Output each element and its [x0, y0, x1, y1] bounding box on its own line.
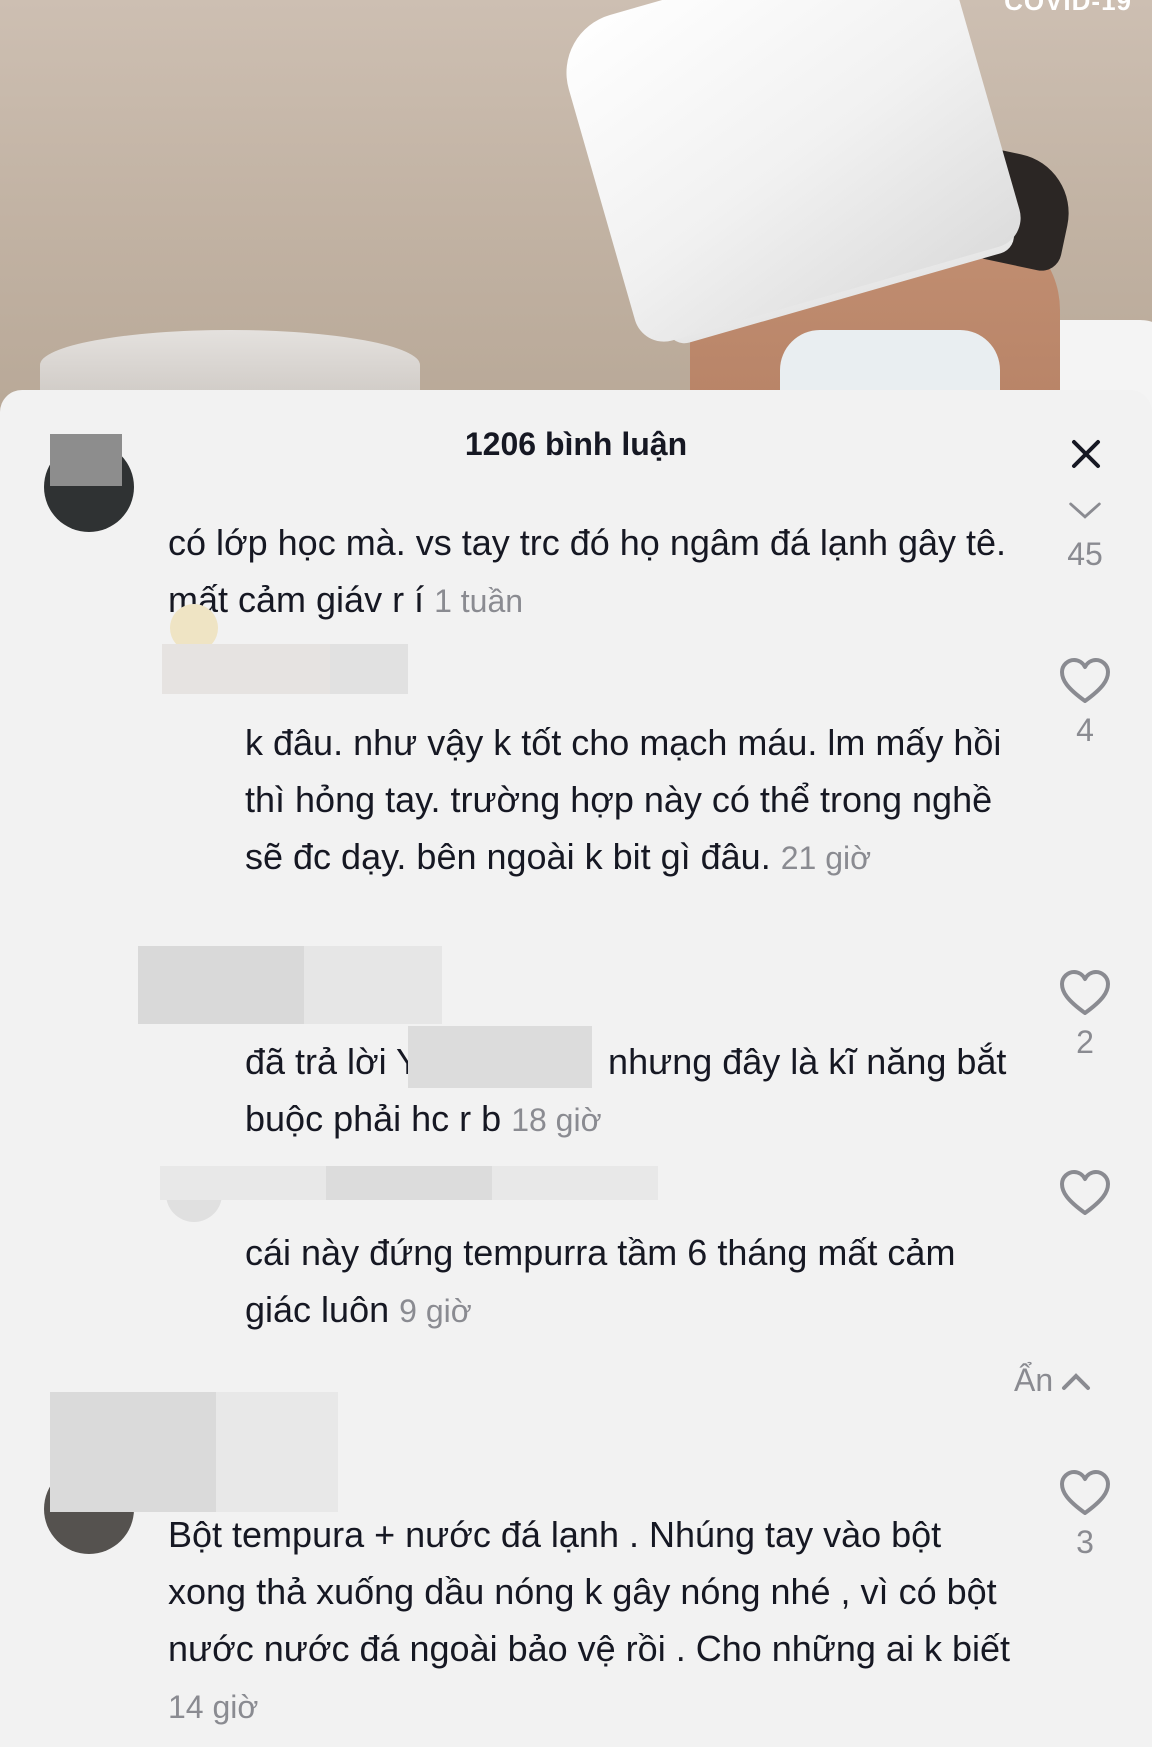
comments-sheet: 1206 bình luận có lớp học mà. vs tay trc…	[0, 390, 1152, 1747]
like-button[interactable]: 45	[1050, 494, 1120, 572]
chevron-up-icon	[1062, 1372, 1091, 1390]
comment-text: đã trả lời Y nhưng đây là kĩ năng bắt bu…	[245, 1026, 1025, 1149]
comments-header: 1206 bình luận	[0, 390, 1152, 468]
hide-replies-label: Ẩn	[1014, 1362, 1054, 1398]
redacted-mention	[408, 1026, 593, 1088]
video-tag: COVID-19	[1004, 0, 1132, 16]
comment-time: 21 giờ	[780, 840, 872, 876]
redacted-username	[50, 1392, 216, 1512]
heart-icon	[1060, 1170, 1110, 1215]
reply-prefix: đã trả lời Y	[245, 1041, 421, 1082]
heart-icon	[1060, 970, 1110, 1015]
comment-text: cái này đứng tempurra tầm 6 tháng mất cả…	[245, 1232, 956, 1330]
comment-time: 14 giờ	[168, 1689, 259, 1725]
like-count: 2	[1076, 1024, 1094, 1060]
redacted-username	[50, 434, 122, 486]
comment-text: có lớp học mà. vs tay trc đó họ ngâm đá …	[168, 522, 1007, 620]
comment-time: 18 giờ	[511, 1102, 602, 1138]
chevron-down-icon	[1069, 502, 1101, 519]
like-button[interactable]: 4	[1050, 654, 1120, 748]
redacted-username	[326, 1166, 492, 1200]
video-background[interactable]: COVID-19	[0, 0, 1152, 420]
like-count: 45	[1067, 536, 1103, 572]
like-count: 4	[1076, 712, 1094, 748]
redacted-username	[162, 644, 330, 694]
like-button[interactable]	[1050, 1166, 1120, 1224]
comment-text: Bột tempura + nước đá lạnh . Nhúng tay v…	[168, 1514, 1010, 1725]
heart-icon	[1060, 1470, 1110, 1515]
close-icon	[1072, 440, 1100, 468]
close-button[interactable]	[1060, 428, 1112, 480]
comment-time: 1 tuần	[434, 583, 524, 619]
comment-text: k đâu. như vậy k tốt cho mạch máu. lm mấ…	[245, 722, 1002, 877]
like-button[interactable]: 3	[1050, 1466, 1120, 1560]
like-count: 3	[1076, 1524, 1094, 1560]
like-button[interactable]: 2	[1050, 966, 1120, 1060]
comment-time: 9 giờ	[399, 1293, 472, 1329]
redacted-username	[138, 946, 304, 1024]
heart-icon	[1060, 658, 1110, 703]
comments-count-title: 1206 bình luận	[464, 426, 688, 462]
hide-replies-button[interactable]: Ẩn	[1014, 1362, 1093, 1399]
